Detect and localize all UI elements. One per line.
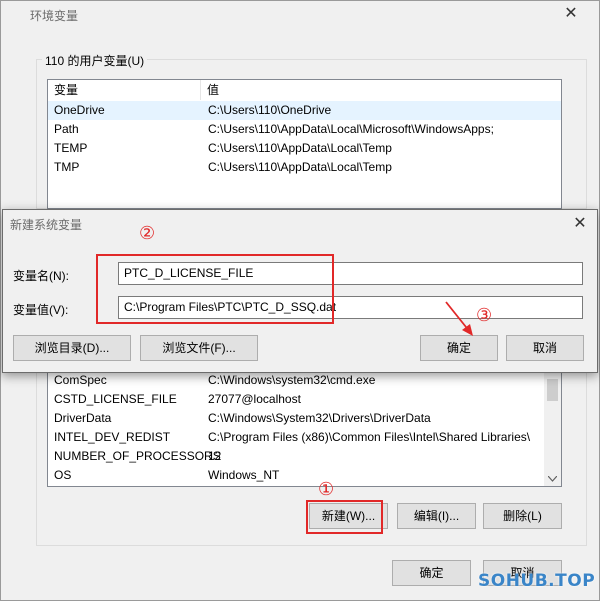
var-value: C:\Windows\system32\cmd.exe <box>208 373 376 387</box>
var-name: NUMBER_OF_PROCESSORS <box>54 449 221 463</box>
var-name: DriverData <box>54 411 112 425</box>
var-name: TEMP <box>54 141 88 155</box>
var-value: C:\Users\110\OneDrive <box>208 103 332 117</box>
table-row[interactable]: INTEL_DEV_REDIST C:\Program Files (x86)\… <box>48 428 561 447</box>
name-label: 变量名(N): <box>13 269 69 283</box>
step2-marker: ② <box>139 223 156 243</box>
delete-button[interactable]: 删除(L) <box>483 503 562 529</box>
var-name: INTEL_DEV_REDIST <box>54 430 171 444</box>
var-value: Windows_NT <box>208 468 280 482</box>
table-row[interactable]: Path C:\Users\110\AppData\Local\Microsof… <box>48 120 561 139</box>
user-vars-list[interactable]: 变量 值 OneDrive C:\Users\110\OneDrive Path… <box>47 79 562 209</box>
highlight-box-fields <box>96 254 334 324</box>
table-row[interactable]: DriverData C:\Windows\System32\Drivers\D… <box>48 409 561 428</box>
window-title: 环境变量 <box>30 9 79 23</box>
browse-file-button[interactable]: 浏览文件(F)... <box>140 335 258 361</box>
dialog-title: 新建系统变量 <box>10 218 83 232</box>
arrow-icon <box>445 301 473 336</box>
var-value: C:\Users\110\AppData\Local\Temp <box>208 141 392 155</box>
var-value: C:\Program Files (x86)\Common Files\Inte… <box>208 430 531 444</box>
user-vars-group-label: 110 的用户变量(U) <box>42 52 148 69</box>
var-value: C:\Users\110\AppData\Local\Microsoft\Win… <box>208 122 494 136</box>
table-row[interactable]: ComSpec C:\Windows\system32\cmd.exe <box>48 371 561 390</box>
dialog-cancel-button[interactable]: 取消 <box>506 335 584 361</box>
scrollbar[interactable] <box>544 371 561 486</box>
table-row[interactable]: CSTD_LICENSE_FILE 27077@localhost <box>48 390 561 409</box>
var-value: C:\Windows\System32\Drivers\DriverData <box>208 411 431 425</box>
close-icon[interactable]: ✕ <box>560 4 582 24</box>
table-row[interactable]: TEMP C:\Users\110\AppData\Local\Temp <box>48 139 561 158</box>
var-name: ComSpec <box>54 373 107 387</box>
scrollbar-thumb[interactable] <box>547 379 558 401</box>
table-row[interactable]: OS Windows_NT <box>48 466 561 485</box>
table-row[interactable]: TMP C:\Users\110\AppData\Local\Temp <box>48 158 561 177</box>
var-value: C:\Users\110\AppData\Local\Temp <box>208 160 392 174</box>
var-name: CSTD_LICENSE_FILE <box>54 392 177 406</box>
var-name: OneDrive <box>54 103 105 117</box>
step1-marker: ① <box>318 479 335 499</box>
edit-button[interactable]: 编辑(I)... <box>397 503 476 529</box>
var-value: 12 <box>208 449 222 463</box>
table-row[interactable]: NUMBER_OF_PROCESSORS 12 <box>48 447 561 466</box>
system-vars-list[interactable]: ComSpec C:\Windows\system32\cmd.exe CSTD… <box>47 370 562 487</box>
table-row[interactable]: OneDrive C:\Users\110\OneDrive <box>48 101 561 120</box>
column-header-value[interactable]: 值 <box>200 80 561 100</box>
var-value: 27077@localhost <box>208 392 301 406</box>
browse-directory-button[interactable]: 浏览目录(D)... <box>13 335 131 361</box>
highlight-box-new <box>306 500 383 534</box>
var-name: TMP <box>54 160 80 174</box>
value-label: 变量值(V): <box>13 303 69 317</box>
var-name: OS <box>54 468 72 482</box>
var-name: Path <box>54 122 79 136</box>
watermark: SOHUB.TOP <box>478 571 596 591</box>
column-header-name[interactable]: 变量 <box>48 80 200 100</box>
main-ok-button[interactable]: 确定 <box>392 560 471 586</box>
close-icon[interactable]: ✕ <box>569 214 591 234</box>
chevron-down-icon[interactable] <box>548 476 557 482</box>
